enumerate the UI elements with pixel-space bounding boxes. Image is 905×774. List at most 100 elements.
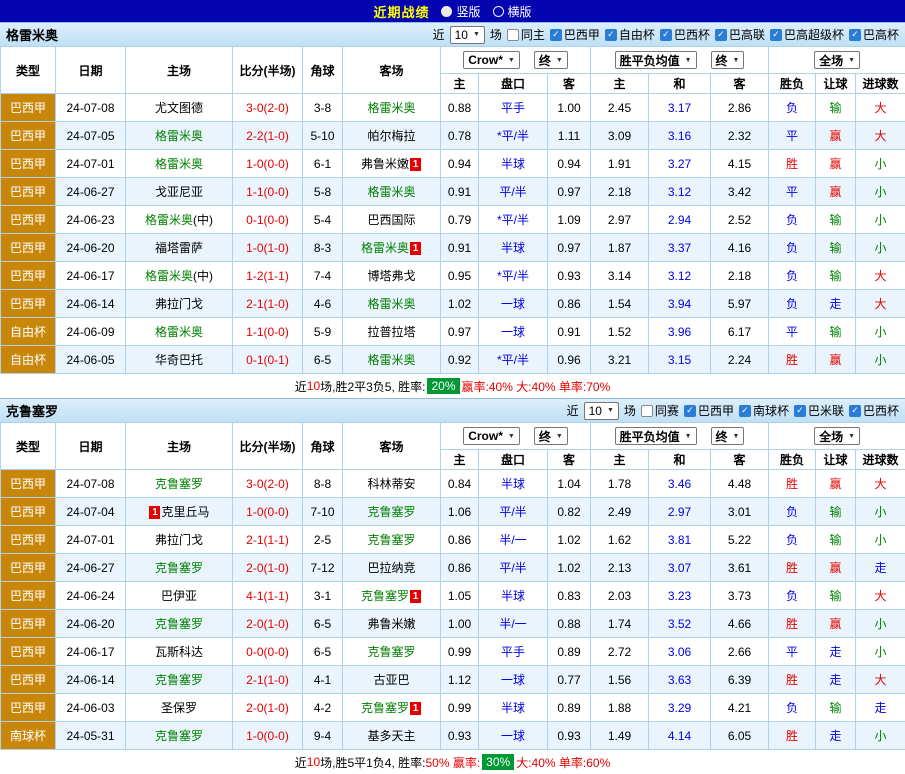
league-filter-label: 巴西甲 — [564, 26, 600, 43]
team-name[interactable]: 格雷米奥 — [155, 129, 203, 143]
euro-home-odds: 2.03 — [591, 582, 649, 610]
avg-odds-select[interactable]: 胜平负均值▼ — [615, 427, 697, 445]
bookmaker-select[interactable]: Crow*▼ — [463, 427, 520, 445]
layout-radio-horizontal[interactable]: 横版 — [493, 3, 532, 20]
final-odds-select-2[interactable]: 终▼ — [711, 51, 745, 69]
league-filter-1[interactable]: ✓南球杯 — [739, 402, 789, 419]
team-name[interactable]: 弗鲁米嫩 — [361, 157, 409, 171]
score-cell: 2-1(1-1) — [233, 526, 303, 554]
team-title: 克鲁塞罗 — [6, 401, 58, 420]
corner-cell: 3-1 — [303, 582, 343, 610]
league-filter-0[interactable]: ✓巴西甲 — [684, 402, 734, 419]
euro-draw-odds: 2.94 — [649, 206, 711, 234]
euro-home-odds: 3.09 — [591, 122, 649, 150]
league-filter-5[interactable]: ✓巴高杯 — [849, 26, 899, 43]
league-filter-2[interactable]: ✓巴米联 — [794, 402, 844, 419]
team-name[interactable]: 克鲁塞罗 — [155, 617, 203, 631]
chevron-down-icon: ▼ — [556, 433, 563, 440]
summary-bar: 近10场,胜2平3负5, 胜率: 20% 赢率:40% 大:40% 单率:70% — [0, 374, 905, 398]
team-name[interactable]: 格雷米奥 — [155, 325, 203, 339]
recent-count-select[interactable]: 10▼ — [584, 402, 619, 420]
bookmaker-select[interactable]: Crow*▼ — [463, 51, 520, 69]
team-name[interactable]: 尤文图德 — [155, 101, 203, 115]
league-type-cell: 巴西甲 — [1, 150, 56, 178]
same-competition-checkbox[interactable]: 同赛 — [641, 402, 679, 419]
team-name[interactable]: 古亚巴 — [373, 673, 409, 687]
team-name[interactable]: 基多天主 — [367, 729, 415, 743]
same-venue-checkbox[interactable]: 同主 — [507, 26, 545, 43]
euro-away-odds: 3.42 — [711, 178, 769, 206]
corner-cell: 6-5 — [303, 346, 343, 374]
avg-odds-select[interactable]: 胜平负均值▼ — [615, 51, 697, 69]
team-name[interactable]: 博塔弗戈 — [367, 269, 415, 283]
league-filter-label: 巴西甲 — [698, 402, 734, 419]
team-name[interactable]: 巴拉纳竞 — [367, 561, 415, 575]
scope-select[interactable]: 全场▼ — [814, 427, 860, 445]
corner-cell: 7-12 — [303, 554, 343, 582]
team-name[interactable]: 克鲁塞罗 — [155, 673, 203, 687]
team-name[interactable]: 巴伊亚 — [161, 589, 197, 603]
team-name[interactable]: 格雷米奥 — [155, 157, 203, 171]
league-filter-3[interactable]: ✓巴西杯 — [849, 402, 899, 419]
league-filter-4[interactable]: ✓巴高超级杯 — [770, 26, 844, 43]
euro-home-odds: 1.56 — [591, 666, 649, 694]
team-name[interactable]: 克鲁塞罗 — [361, 701, 409, 715]
handicap-cell: 半球 — [479, 582, 548, 610]
team-name[interactable]: 瓦斯科达 — [155, 645, 203, 659]
final-odds-select[interactable]: 终▼ — [534, 427, 568, 445]
league-filter-1[interactable]: ✓自由杯 — [605, 26, 655, 43]
team-name[interactable]: 华奇巴托 — [155, 353, 203, 367]
match-date: 24-06-14 — [56, 290, 126, 318]
team-name[interactable]: 巴西国际 — [367, 213, 415, 227]
team-name[interactable]: 格雷米奥 — [367, 353, 415, 367]
team-name[interactable]: 弗拉门戈 — [155, 297, 203, 311]
team-name[interactable]: 帕尔梅拉 — [367, 129, 415, 143]
team-name[interactable]: 圣保罗 — [161, 701, 197, 715]
layout-radio-vertical[interactable]: 竖版 — [441, 3, 480, 20]
scope-select[interactable]: 全场▼ — [814, 51, 860, 69]
team-name[interactable]: 克鲁塞罗 — [367, 645, 415, 659]
team-name[interactable]: 格雷米奥 — [367, 101, 415, 115]
team-name[interactable]: 弗鲁米嫩 — [367, 617, 415, 631]
team-name[interactable]: 克鲁塞罗 — [155, 729, 203, 743]
team-name[interactable]: 格雷米奥 — [367, 297, 415, 311]
league-filter-0[interactable]: ✓巴西甲 — [550, 26, 600, 43]
team-name[interactable]: 格雷米奥 — [361, 241, 409, 255]
team-name[interactable]: 克鲁塞罗 — [155, 477, 203, 491]
team-name[interactable]: 格雷米奥 — [145, 213, 193, 227]
euro-away-odds: 3.01 — [711, 498, 769, 526]
score-cell: 2-1(1-0) — [233, 290, 303, 318]
team-name[interactable]: 格雷米奥 — [367, 185, 415, 199]
score-cell: 1-0(0-0) — [233, 150, 303, 178]
goals-result-cell: 小 — [856, 498, 905, 526]
handicap-cell: 平/半 — [479, 498, 548, 526]
team-name[interactable]: 克鲁塞罗 — [155, 561, 203, 575]
team-section-1: 格雷米奥 近 10▼ 场 同主 ✓巴西甲✓自由杯✓巴西杯✓巴高联✓巴高超级杯✓巴… — [0, 22, 905, 398]
goals-result-cell: 大 — [856, 94, 905, 122]
checkbox-icon: ✓ — [849, 405, 861, 417]
team-name[interactable]: 福塔雷萨 — [155, 241, 203, 255]
league-filter-3[interactable]: ✓巴高联 — [715, 26, 765, 43]
top-title-bar: 近期战绩 竖版 横版 — [0, 0, 905, 22]
team-name[interactable]: 克鲁塞罗 — [367, 505, 415, 519]
team-name[interactable]: 格雷米奥 — [145, 269, 193, 283]
asia-home-odds: 1.12 — [441, 666, 479, 694]
neutral-venue-tag: (中) — [193, 269, 213, 283]
result-cell: 平 — [769, 122, 816, 150]
league-type-cell: 巴西甲 — [1, 498, 56, 526]
away-team-cell: 格雷米奥1 — [343, 234, 441, 262]
team-name[interactable]: 拉普拉塔 — [367, 325, 415, 339]
team-name[interactable]: 克鲁塞罗 — [367, 533, 415, 547]
team-name[interactable]: 克鲁塞罗 — [361, 589, 409, 603]
team-name[interactable]: 戈亚尼亚 — [155, 185, 203, 199]
home-team-cell: 1克里丘马 — [126, 498, 233, 526]
team-name[interactable]: 科林蒂安 — [367, 477, 415, 491]
team-name[interactable]: 弗拉门戈 — [155, 533, 203, 547]
league-filter-2[interactable]: ✓巴西杯 — [660, 26, 710, 43]
recent-count-select[interactable]: 10▼ — [450, 26, 485, 44]
handicap-result-cell: 输 — [816, 318, 856, 346]
team-name[interactable]: 克里丘马 — [161, 505, 209, 519]
final-odds-select-2[interactable]: 终▼ — [711, 427, 745, 445]
final-odds-select[interactable]: 终▼ — [534, 51, 568, 69]
handicap-result-cell: 赢 — [816, 610, 856, 638]
